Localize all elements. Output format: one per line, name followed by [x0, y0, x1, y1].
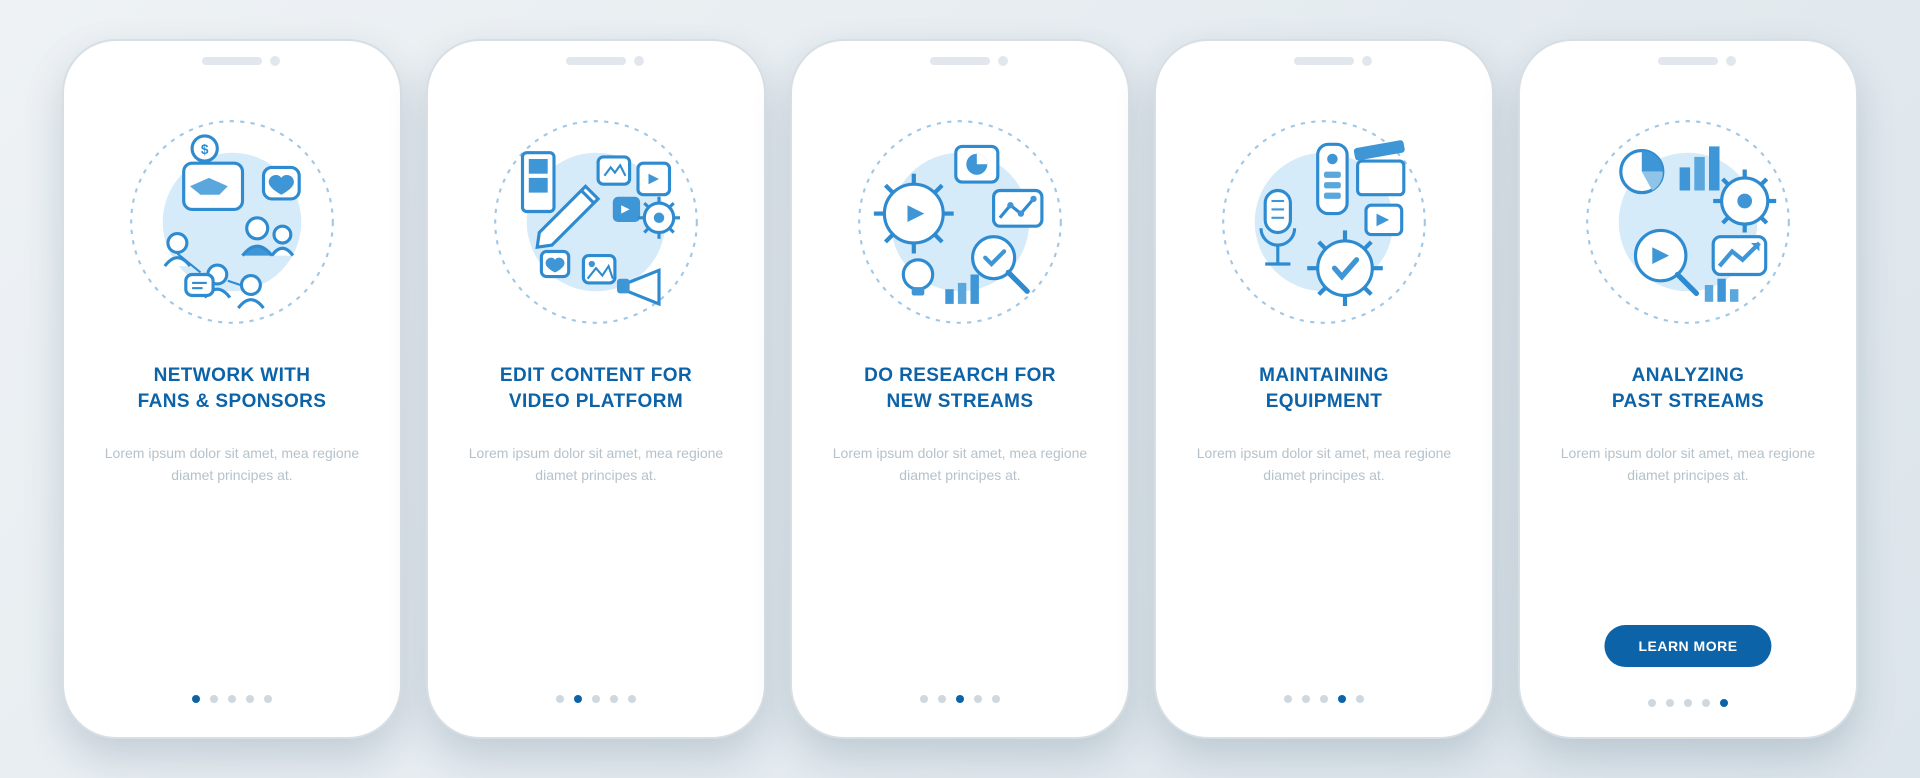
card-title: DO RESEARCH FOR NEW STREAMS: [860, 361, 1060, 417]
dot: [920, 695, 928, 703]
card-title: MAINTAINING EQUIPMENT: [1255, 361, 1393, 417]
onboarding-card-edit: EDIT CONTENT FOR VIDEO PLATFORM Lorem ip…: [426, 39, 766, 739]
dot: [192, 695, 200, 703]
page-indicator: [192, 695, 272, 703]
card-title: NETWORK WITH FANS & SPONSORS: [134, 361, 331, 417]
svg-text:$: $: [201, 142, 209, 157]
onboarding-card-equipment: MAINTAINING EQUIPMENT Lorem ipsum dolor …: [1154, 39, 1494, 739]
dot: [246, 695, 254, 703]
dot: [574, 695, 582, 703]
learn-more-button[interactable]: LEARN MORE: [1604, 625, 1771, 667]
dot: [1338, 695, 1346, 703]
phone-notch: [1658, 57, 1718, 65]
phone-notch: [566, 57, 626, 65]
page-indicator: [556, 695, 636, 703]
dot: [1320, 695, 1328, 703]
phone-notch: [930, 57, 990, 65]
equipment-icon: [1219, 117, 1429, 327]
edit-icon: [491, 117, 701, 327]
dot: [1356, 695, 1364, 703]
card-title: EDIT CONTENT FOR VIDEO PLATFORM: [496, 361, 696, 417]
dot: [1648, 699, 1656, 707]
dot: [1666, 699, 1674, 707]
dot: [956, 695, 964, 703]
dot: [1720, 699, 1728, 707]
dot: [1702, 699, 1710, 707]
dot: [556, 695, 564, 703]
onboarding-card-analytics: ANALYZING PAST STREAMS Lorem ipsum dolor…: [1518, 39, 1858, 739]
phone-notch: [1294, 57, 1354, 65]
dot: [628, 695, 636, 703]
dot: [610, 695, 618, 703]
dot: [992, 695, 1000, 703]
card-description: Lorem ipsum dolor sit amet, mea regione …: [818, 443, 1102, 486]
dot: [938, 695, 946, 703]
card-description: Lorem ipsum dolor sit amet, mea regione …: [454, 443, 738, 486]
dot: [210, 695, 218, 703]
dot: [1302, 695, 1310, 703]
page-indicator: [1648, 699, 1728, 707]
network-icon: $: [127, 117, 337, 327]
onboarding-card-research: DO RESEARCH FOR NEW STREAMS Lorem ipsum …: [790, 39, 1130, 739]
dot: [592, 695, 600, 703]
page-indicator: [1284, 695, 1364, 703]
dot: [974, 695, 982, 703]
dot: [264, 695, 272, 703]
page-indicator: [920, 695, 1000, 703]
onboarding-card-network: $ NETWORK WITH FANS & SPONSORS Lorem i: [62, 39, 402, 739]
card-description: Lorem ipsum dolor sit amet, mea regione …: [1182, 443, 1466, 486]
research-icon: [855, 117, 1065, 327]
analytics-icon: [1583, 117, 1793, 327]
phone-notch: [202, 57, 262, 65]
card-description: Lorem ipsum dolor sit amet, mea regione …: [90, 443, 374, 486]
card-title: ANALYZING PAST STREAMS: [1608, 361, 1768, 417]
card-description: Lorem ipsum dolor sit amet, mea regione …: [1546, 443, 1830, 486]
dot: [228, 695, 236, 703]
dot: [1684, 699, 1692, 707]
dot: [1284, 695, 1292, 703]
